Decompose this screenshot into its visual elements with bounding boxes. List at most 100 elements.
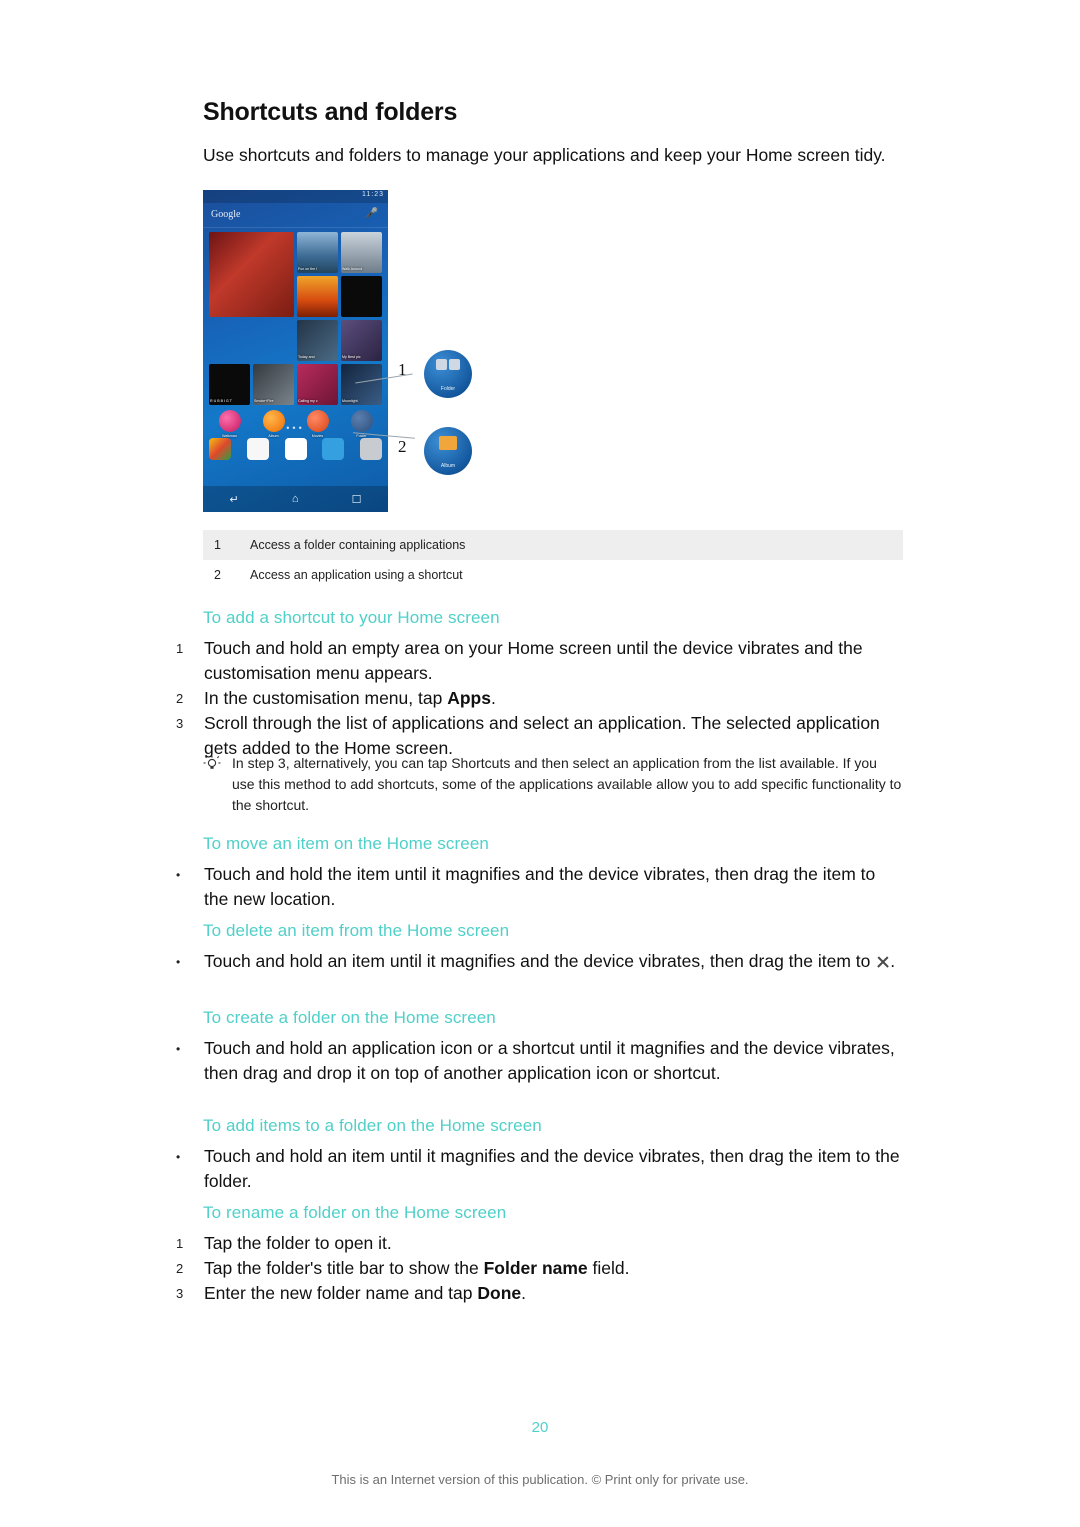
home-screen-figure: 11:23 Google 🎤 Fun on the l Walk Around: [203, 190, 523, 512]
step-text: Enter the new folder name and tap Done.: [204, 1281, 903, 1306]
widget-row-2: [297, 276, 382, 317]
app-drawer-icon[interactable]: [284, 438, 307, 460]
play-icon[interactable]: [246, 438, 269, 460]
list-item: • Touch and hold an item until it magnif…: [176, 949, 903, 976]
section-add-items-folder: To add items to a folder on the Home scr…: [176, 1116, 903, 1194]
tile-fire: [297, 276, 338, 317]
phone-illustration: 11:23 Google 🎤 Fun on the l Walk Around: [203, 190, 388, 512]
section-heading: To rename a folder on the Home screen: [203, 1203, 507, 1222]
tile-caption: Moonlight: [342, 399, 358, 403]
intro-paragraph: Use shortcuts and folders to manage your…: [203, 145, 886, 165]
figure-caption-table: 1 Access a folder containing application…: [203, 530, 903, 590]
section-add-shortcut: To add a shortcut to your Home screen 1 …: [176, 608, 903, 761]
google-logo: Google: [211, 209, 241, 220]
bullet-marker: •: [176, 955, 181, 969]
folder-bubble: Folder: [424, 350, 472, 398]
step-list: 1 Touch and hold an empty area on your H…: [176, 636, 903, 761]
tile-moonlight: Moonlight: [341, 364, 382, 405]
page-number: 20: [531, 1419, 549, 1436]
section-delete-item: To delete an item from the Home screen •…: [176, 921, 903, 976]
tile-today: Today and: [297, 320, 338, 361]
section-create-folder: To create a folder on the Home screen • …: [176, 1008, 903, 1086]
bullet-marker: •: [176, 1150, 181, 1164]
step-text: Tap the folder's title bar to show the F…: [204, 1256, 903, 1281]
phone-dialer-icon[interactable]: [360, 438, 382, 460]
caption-number: 2: [214, 568, 221, 582]
section-heading: To create a folder on the Home screen: [203, 1008, 496, 1027]
section-heading: To move an item on the Home screen: [203, 834, 489, 853]
step-text: Touch and hold an item until it magnifie…: [204, 949, 903, 976]
step-text-before: Enter the new folder name and tap: [204, 1283, 478, 1303]
callout-2: 2 Album: [398, 425, 523, 495]
page-indicator-dots: •••: [286, 423, 305, 433]
step-text: Touch and hold the item until it magnifi…: [204, 864, 876, 909]
section-heading: To add items to a folder on the Home scr…: [203, 1116, 542, 1135]
play-store-icon[interactable]: [209, 438, 231, 460]
tile-walk: Walk Around: [341, 232, 382, 273]
tile-calling: Calling my c: [297, 364, 338, 405]
list-item: 2 In the customisation menu, tap Apps.: [176, 686, 903, 711]
tile-mountain: Fun on the l: [297, 232, 338, 273]
folder-mini-icons: [436, 359, 460, 370]
home-icon[interactable]: ⌂: [292, 493, 299, 505]
step-list: • Touch and hold the item until it magni…: [176, 862, 903, 912]
list-item: • Touch and hold an application icon or …: [176, 1036, 903, 1086]
tile-caption: R U B B I G T: [210, 399, 232, 403]
tip-text: In step 3, alternatively, you can tap Sh…: [232, 755, 902, 813]
caption-number: 1: [214, 538, 221, 552]
caption-text: Access an application using a shortcut: [250, 568, 463, 582]
step-text: Touch and hold an empty area on your Hom…: [204, 638, 863, 683]
section-move-item: To move an item on the Home screen • Tou…: [176, 834, 903, 912]
tile-caption: Fun on the l: [298, 267, 317, 271]
list-item: • Touch and hold the item until it magni…: [176, 862, 903, 912]
tile-caption: Smoke+Fire: [254, 399, 274, 403]
step-text: Tap the folder to open it.: [204, 1233, 392, 1253]
step-text: Touch and hold an application icon or a …: [204, 1038, 895, 1083]
tile-black: [341, 276, 382, 317]
step-list: • Touch and hold an application icon or …: [176, 1036, 903, 1086]
recents-icon[interactable]: ☐: [352, 493, 362, 506]
step-text-bold: Done: [477, 1283, 522, 1303]
step-text-after: field.: [587, 1258, 630, 1278]
page-footer: This is an Internet version of this publ…: [331, 1472, 749, 1487]
page-header-block: Shortcuts and folders Use shortcuts and …: [203, 0, 903, 168]
step-number: 1: [176, 1236, 184, 1251]
list-item: 3 Enter the new folder name and tap Done…: [176, 1281, 903, 1306]
status-time: 11:23: [362, 191, 384, 198]
tile-caption: Walk Around: [342, 267, 363, 271]
lightbulb-icon: [203, 755, 221, 773]
back-icon[interactable]: ↵: [230, 493, 239, 506]
widget-row-3: Today and My Best pic: [209, 320, 382, 361]
step-text-before: Tap the folder's title bar to show the: [204, 1258, 484, 1278]
tile-caption: My Best pic: [342, 355, 361, 359]
widget-grid: Fun on the l Walk Around Today and My Be: [209, 232, 382, 452]
tile-caption: Today and: [298, 355, 315, 359]
google-search-widget: Google 🎤: [203, 203, 388, 228]
widget-row-4: R U B B I G T Smoke+Fire Calling my c Mo…: [209, 364, 382, 405]
list-item: 1 Tap the folder to open it.: [176, 1231, 903, 1256]
tile-caption: Calling my c: [298, 399, 318, 403]
microphone-icon: 🎤: [365, 208, 378, 219]
album-mini-icon: [439, 436, 457, 450]
step-number: 1: [176, 641, 184, 656]
dock-row: [209, 438, 382, 460]
step-list: • Touch and hold an item until it magnif…: [176, 949, 903, 976]
bubble-label: Album: [440, 463, 456, 469]
step-list: 1 Tap the folder to open it. 2 Tap the f…: [176, 1231, 903, 1306]
bullet-marker: •: [176, 1042, 181, 1056]
document-page: Shortcuts and folders Use shortcuts and …: [0, 0, 1080, 1527]
section-heading: To delete an item from the Home screen: [203, 921, 510, 940]
close-x-icon: [875, 954, 890, 969]
list-item: 1 Touch and hold an empty area on your H…: [176, 636, 903, 686]
messaging-icon[interactable]: [322, 438, 345, 460]
album-bubble: Album: [424, 427, 472, 475]
section-heading: To add a shortcut to your Home screen: [203, 608, 500, 627]
step-text-bold: Apps: [447, 688, 491, 708]
bullet-marker: •: [176, 868, 181, 882]
step-text: In the customisation menu, tap Apps.: [204, 686, 903, 711]
step-text-after: .: [890, 951, 896, 971]
step-text: Touch and hold an item until it magnifie…: [204, 1146, 900, 1191]
tile-smoke: Smoke+Fire: [253, 364, 294, 405]
step-number: 3: [176, 1286, 184, 1301]
step-list: • Touch and hold an item until it magnif…: [176, 1144, 903, 1194]
